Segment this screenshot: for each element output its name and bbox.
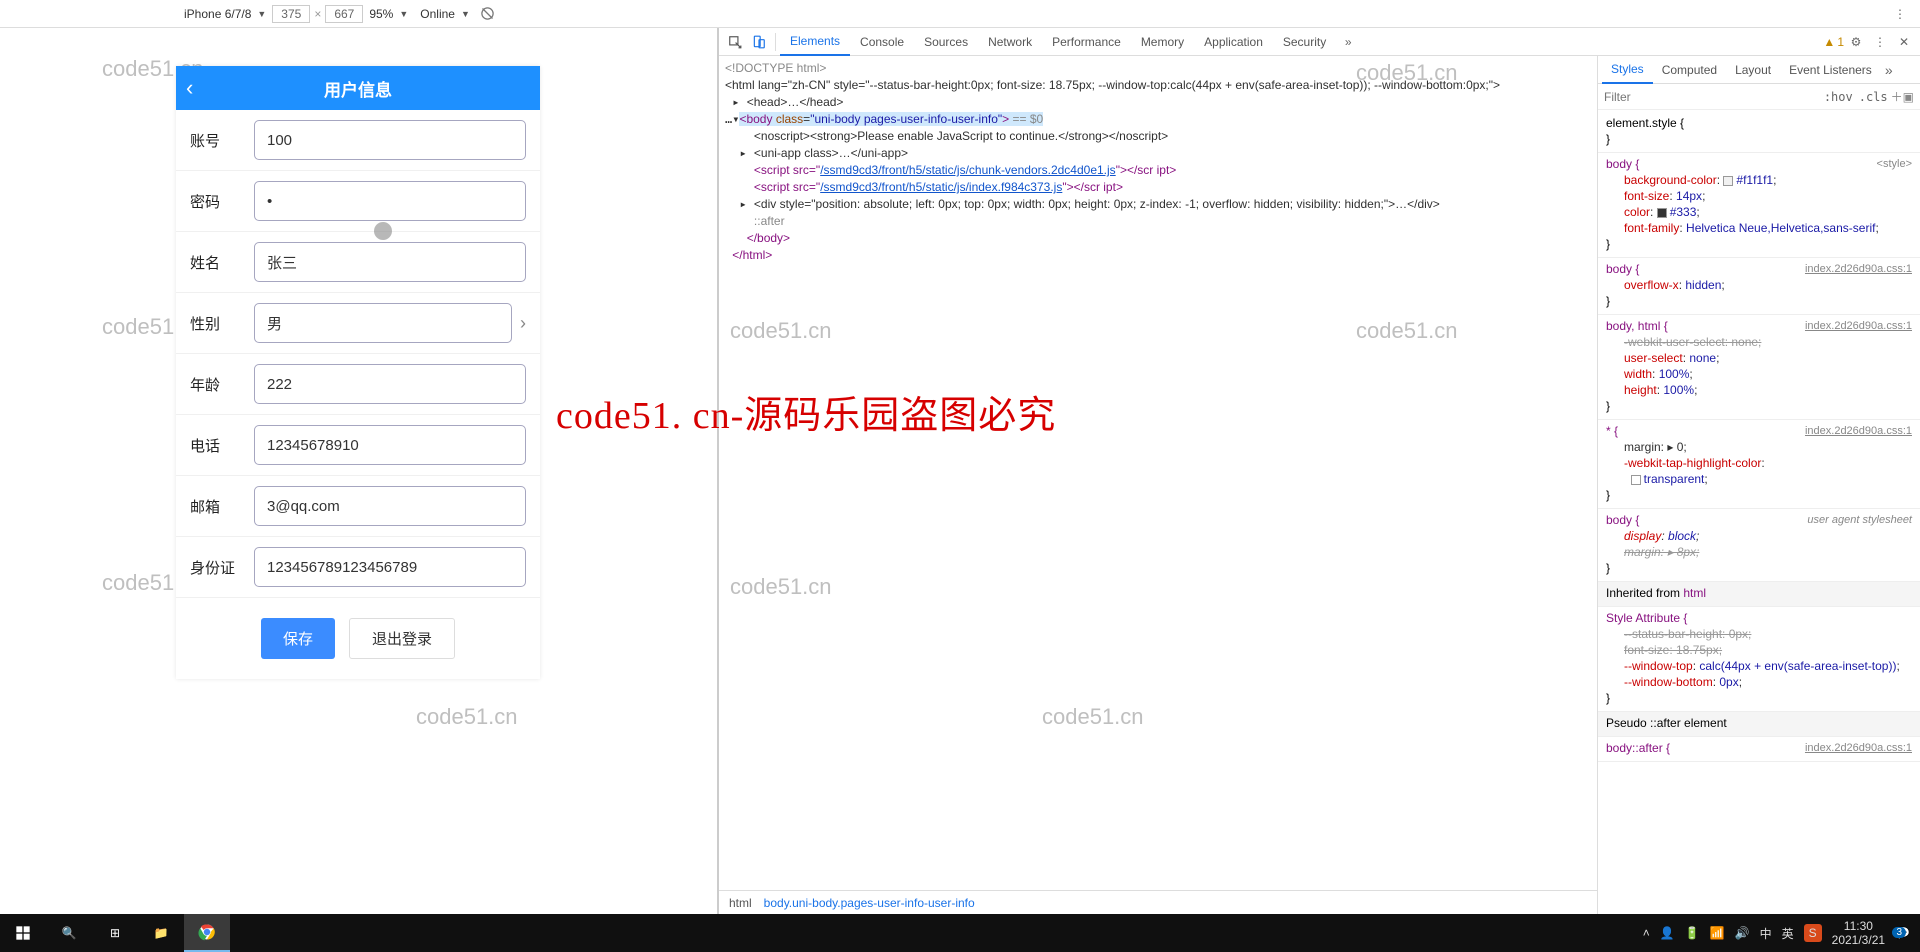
height-input[interactable]: 667: [325, 5, 363, 23]
idcard-label: 身份证: [190, 557, 254, 578]
more-tabs-icon[interactable]: »: [1885, 62, 1893, 78]
device-select[interactable]: iPhone 6/7/8▼: [184, 7, 266, 21]
tab-event-listeners[interactable]: Event Listeners: [1780, 56, 1881, 84]
kebab-icon[interactable]: ⋮: [1868, 30, 1892, 54]
breadcrumb[interactable]: html body.uni-body.pages-user-info-user-…: [719, 890, 1597, 914]
tab-security[interactable]: Security: [1273, 28, 1336, 56]
name-label: 姓名: [190, 252, 254, 273]
email-input[interactable]: [254, 486, 526, 526]
throttle-select[interactable]: Online▼: [420, 7, 470, 21]
notifications-icon[interactable]: 💬: [1895, 926, 1910, 940]
search-icon[interactable]: 🔍: [46, 914, 92, 952]
password-label: 密码: [190, 191, 254, 212]
toggle-device-icon[interactable]: [747, 30, 771, 54]
dom-tree[interactable]: <!DOCTYPE html> <html lang="zh-CN" style…: [719, 56, 1597, 890]
dim-separator: ×: [314, 7, 321, 21]
explorer-icon[interactable]: 📁: [138, 914, 184, 952]
crumb-html[interactable]: html: [729, 896, 752, 910]
people-icon[interactable]: 👤: [1660, 926, 1675, 940]
tab-layout[interactable]: Layout: [1726, 56, 1780, 84]
box-model-icon[interactable]: ▣: [1903, 90, 1914, 104]
wifi-icon[interactable]: 📶: [1710, 926, 1725, 940]
cls-toggle[interactable]: .cls: [1859, 90, 1888, 104]
crumb-body[interactable]: body.uni-body.pages-user-info-user-info: [764, 896, 975, 910]
name-input[interactable]: [254, 242, 526, 282]
kebab-icon[interactable]: ⋮: [1892, 6, 1908, 22]
tab-memory[interactable]: Memory: [1131, 28, 1194, 56]
style-rules[interactable]: element.style {} <style>body { backgroun…: [1598, 110, 1920, 914]
tab-console[interactable]: Console: [850, 28, 914, 56]
more-tabs-icon[interactable]: »: [1336, 30, 1360, 54]
touch-indicator-icon: [374, 222, 392, 240]
app-header: ‹ 用户信息: [176, 66, 540, 110]
page-title: 用户信息: [176, 76, 540, 101]
save-button[interactable]: 保存: [261, 618, 335, 659]
password-input[interactable]: [254, 181, 526, 221]
chevron-down-icon: ▼: [461, 9, 470, 19]
gear-icon[interactable]: ⚙: [1844, 30, 1868, 54]
width-input[interactable]: 375: [272, 5, 310, 23]
ime-lang2[interactable]: 英: [1782, 925, 1794, 942]
tab-application[interactable]: Application: [1194, 28, 1273, 56]
tab-sources[interactable]: Sources: [914, 28, 978, 56]
inspect-element-icon[interactable]: [723, 30, 747, 54]
phone-input[interactable]: [254, 425, 526, 465]
account-input[interactable]: [254, 120, 526, 160]
clock[interactable]: 11:302021/3/21: [1832, 919, 1885, 947]
tab-network[interactable]: Network: [978, 28, 1042, 56]
hov-toggle[interactable]: :hov: [1824, 90, 1853, 104]
tab-elements[interactable]: Elements: [780, 28, 850, 56]
start-icon[interactable]: [0, 914, 46, 952]
gender-select[interactable]: 男: [254, 303, 512, 343]
ime-lang1[interactable]: 中: [1760, 925, 1772, 942]
tab-styles[interactable]: Styles: [1602, 56, 1653, 84]
chevron-right-icon: ›: [520, 313, 526, 334]
device-viewport: code51.cn code51.cn code51.cn code51.cn …: [0, 28, 718, 914]
watermark: code51.cn: [416, 704, 518, 730]
plus-icon[interactable]: ＋: [1891, 88, 1903, 105]
back-icon[interactable]: ‹: [186, 75, 193, 101]
task-view-icon[interactable]: ⊞: [92, 914, 138, 952]
volume-icon[interactable]: 🔊: [1735, 926, 1750, 940]
chevron-down-icon: ▼: [257, 9, 266, 19]
account-label: 账号: [190, 130, 254, 151]
logout-button[interactable]: 退出登录: [349, 618, 455, 659]
idcard-input[interactable]: [254, 547, 526, 587]
tab-computed[interactable]: Computed: [1653, 56, 1726, 84]
ime-badge[interactable]: S: [1804, 924, 1822, 942]
styles-filter-input[interactable]: [1604, 90, 1821, 104]
chrome-icon[interactable]: [184, 914, 230, 952]
taskbar: 🔍 ⊞ 📁 ˄ 👤 🔋 📶 🔊 中 英 S 11:302021/3/21 💬: [0, 914, 1920, 952]
tab-performance[interactable]: Performance: [1042, 28, 1131, 56]
email-label: 邮箱: [190, 496, 254, 517]
age-input[interactable]: [254, 364, 526, 404]
warning-badge[interactable]: ▲ 1: [1823, 35, 1844, 49]
rotate-icon[interactable]: [480, 6, 496, 22]
tray-up-icon[interactable]: ˄: [1643, 926, 1650, 940]
phone-label: 电话: [190, 435, 254, 456]
age-label: 年龄: [190, 374, 254, 395]
battery-icon[interactable]: 🔋: [1685, 926, 1700, 940]
chevron-down-icon: ▼: [399, 9, 408, 19]
zoom-select[interactable]: 95%▼: [369, 7, 408, 21]
gender-label: 性别: [190, 313, 254, 334]
close-icon[interactable]: ✕: [1892, 30, 1916, 54]
